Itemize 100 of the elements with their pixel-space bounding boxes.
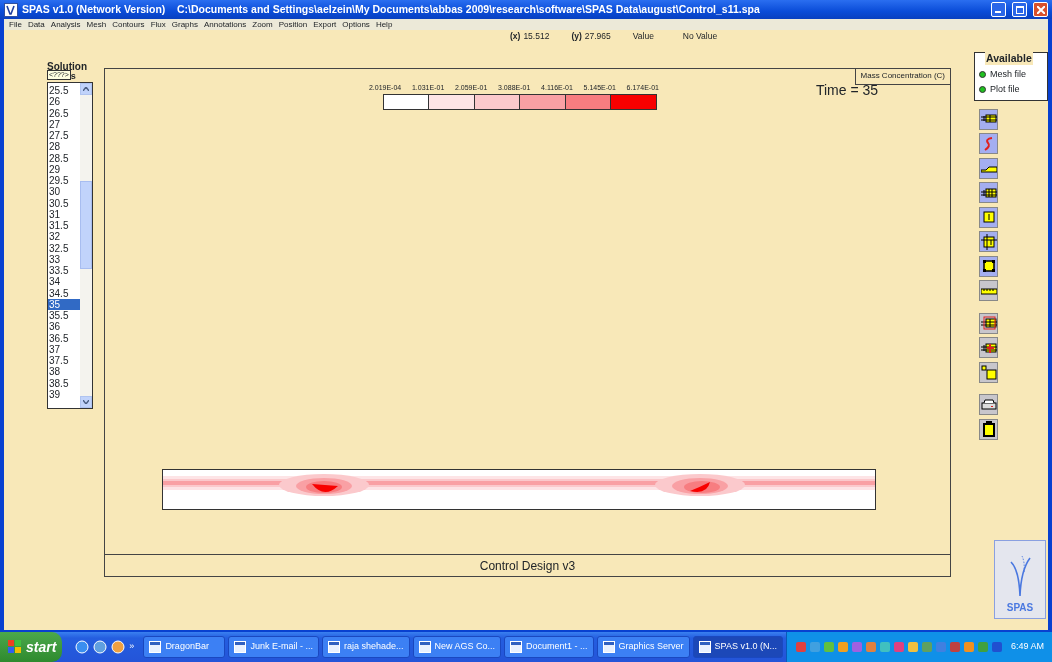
- resize-icon: [980, 364, 997, 380]
- menu-item[interactable]: Mesh: [83, 19, 110, 30]
- list-item[interactable]: 34.5: [48, 287, 80, 299]
- info-value: 27.965: [584, 30, 612, 43]
- windows-logo-icon: [8, 640, 22, 654]
- logo-text: SPAS: [1006, 601, 1034, 615]
- list-item[interactable]: 28.5: [48, 152, 80, 164]
- list-item[interactable]: 33.5: [48, 265, 80, 277]
- window-icon: [418, 641, 431, 653]
- tool-button[interactable]: [979, 418, 998, 440]
- list-item[interactable]: 35.5: [48, 310, 80, 322]
- menu-item[interactable]: Options: [339, 19, 373, 30]
- list-item[interactable]: 27: [48, 118, 80, 130]
- info-label: Value: [632, 30, 655, 43]
- list-item[interactable]: 30: [48, 186, 80, 198]
- menu-item[interactable]: Data: [24, 19, 48, 30]
- window-icon: [327, 641, 340, 653]
- tool-button[interactable]: [979, 157, 998, 179]
- scroll-thumb[interactable]: [80, 181, 92, 269]
- menu-item[interactable]: File: [6, 19, 25, 30]
- list-item[interactable]: 29: [48, 163, 80, 175]
- clipboard-icon: [980, 421, 997, 437]
- window-icon: [510, 641, 523, 653]
- maximize-button[interactable]: [1012, 2, 1027, 17]
- info-label: (y): [571, 30, 582, 43]
- info-value: 15.512: [523, 30, 551, 43]
- start-button[interactable]: start: [0, 632, 63, 662]
- variable-label: Mass Concentration (C): [854, 69, 950, 85]
- window-icon: [602, 641, 615, 653]
- browser-icon[interactable]: [93, 640, 108, 654]
- window-icon: [698, 641, 711, 653]
- tool-button[interactable]: [979, 280, 998, 301]
- close-button[interactable]: [1033, 2, 1048, 17]
- taskbar-button[interactable]: Document1 - ...: [504, 636, 594, 658]
- tool-button[interactable]: [979, 206, 998, 228]
- taskbar-button[interactable]: New AGS Co...: [412, 636, 502, 658]
- list-item[interactable]: 36.5: [48, 332, 80, 344]
- taskbar-button[interactable]: raja shehade...: [321, 636, 410, 658]
- tool-button[interactable]: [979, 394, 998, 415]
- menu-item[interactable]: Position: [275, 19, 311, 30]
- mail-icon[interactable]: [111, 640, 126, 654]
- status-label: Plot file: [990, 82, 1020, 96]
- plot-caption: Control Design v3: [104, 554, 950, 576]
- scroll-up-button[interactable]: [80, 83, 92, 95]
- more-button[interactable]: »: [129, 640, 135, 654]
- tool-button[interactable]: [979, 255, 998, 277]
- info-value: No Value: [682, 30, 719, 43]
- maximize-icon: [1015, 5, 1024, 14]
- list-item[interactable]: 37: [48, 343, 80, 355]
- browser-icon[interactable]: [75, 640, 90, 654]
- list-item[interactable]: 28: [48, 141, 80, 153]
- list-item[interactable]: 38.5: [48, 377, 80, 389]
- window-icon: [149, 641, 162, 653]
- taskbar-button[interactable]: SPAS v1.0 (N...: [692, 636, 783, 658]
- menu-item[interactable]: Flux: [147, 19, 169, 30]
- list-item[interactable]: 26.5: [48, 107, 80, 119]
- taskbar-button[interactable]: DragonBar: [143, 636, 226, 658]
- taskbar-button[interactable]: Graphics Server: [596, 636, 690, 658]
- close-icon: [1036, 5, 1045, 14]
- list-item[interactable]: 31: [48, 208, 80, 220]
- list-heading: Solution: [47, 62, 88, 71]
- list-item[interactable]: 25.5: [48, 85, 80, 97]
- list-item[interactable]: 38: [48, 366, 80, 378]
- printer-icon: [980, 396, 997, 413]
- menu-item[interactable]: Graphs: [168, 19, 201, 30]
- list-item[interactable]: 26: [48, 96, 80, 108]
- clock: 6:49 AM: [1010, 640, 1044, 654]
- list-item[interactable]: 29.5: [48, 175, 80, 187]
- list-item[interactable]: 37.5: [48, 355, 80, 367]
- tool-button[interactable]: [979, 182, 998, 203]
- list-item[interactable]: 32: [48, 231, 80, 243]
- minimize-button[interactable]: [991, 2, 1006, 17]
- numbered-box-icon: [980, 209, 997, 225]
- list-item[interactable]: 33: [48, 253, 80, 265]
- menu-item[interactable]: Zoom: [249, 19, 276, 30]
- list-item[interactable]: 35: [48, 298, 80, 310]
- menu-item[interactable]: Export: [310, 19, 340, 30]
- tool-button[interactable]: [979, 337, 998, 358]
- list-item[interactable]: 36: [48, 321, 80, 333]
- list-item[interactable]: 34: [48, 276, 80, 288]
- scroll-down-button[interactable]: [80, 396, 92, 408]
- list-item[interactable]: 39: [48, 388, 80, 400]
- menu-item[interactable]: Analysis: [47, 19, 84, 30]
- tool-button[interactable]: [979, 361, 998, 383]
- scrollbar[interactable]: [80, 83, 92, 408]
- panel-title: Available: [985, 52, 1033, 65]
- menu-item[interactable]: Annotations: [201, 19, 250, 30]
- tool-button[interactable]: [979, 108, 998, 130]
- app-icon: [4, 2, 18, 17]
- list-item[interactable]: 27.5: [48, 130, 80, 142]
- window-title: SPAS v1.0 (Network Version) C:\Documents and Settings\aelzein\My Documents\abbas 2009\research\software\SPAS Data\august\Control_s11.spa: [22, 1, 760, 17]
- numbered-box-icon: [980, 233, 997, 250]
- list-item[interactable]: 31.5: [48, 220, 80, 232]
- menu-item[interactable]: Contours: [109, 19, 148, 30]
- menu-item[interactable]: Help: [372, 19, 396, 30]
- tool-button[interactable]: [979, 231, 998, 252]
- tool-button[interactable]: [979, 312, 998, 334]
- taskbar-button[interactable]: Junk E-mail - ...: [228, 636, 319, 658]
- list-item[interactable]: 30.5: [48, 197, 80, 209]
- list-item[interactable]: 32.5: [48, 242, 80, 254]
